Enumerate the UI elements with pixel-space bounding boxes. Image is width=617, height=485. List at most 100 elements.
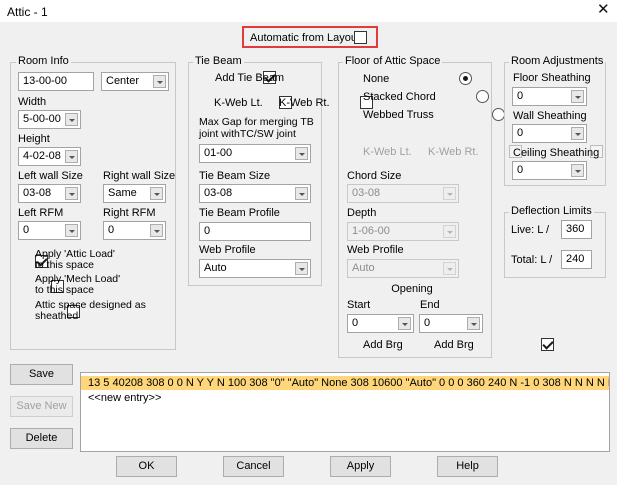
chevron-down-icon[interactable] [65,113,78,126]
floor-stacked-chord-label: Stacked Chord [363,91,436,103]
help-button[interactable]: Help [437,456,498,477]
apply-button[interactable]: Apply [330,456,391,477]
chord-size-dropdown[interactable]: 03-08 [347,184,459,203]
room-size-input[interactable]: 13-00-00 [18,72,94,91]
ceiling-sheathing-value: 0 [517,164,524,176]
apply-attic-load-label: Apply 'Attic Load' to this space [35,249,115,271]
add-tie-beam-label: Add Tie Beam [215,72,285,84]
floor-web-profile-value: Auto [352,262,375,274]
delete-button[interactable]: Delete [10,428,73,449]
wall-sheathing-dropdown[interactable]: 0 [512,124,587,143]
opening-end-label: End [420,299,440,311]
total-label: Total: L / [511,254,553,266]
floor-stacked-chord-radio[interactable] [475,90,489,103]
opening-end-dropdown[interactable]: 0 [419,314,483,333]
max-gap-value: 01-00 [204,147,233,159]
opening-start-dropdown[interactable]: 0 [347,314,414,333]
add-brg-start-checkbox[interactable] [540,338,554,351]
chevron-down-icon[interactable] [443,187,456,200]
tie-beam-kweb-right-label: K-Web Rt. [279,97,330,109]
chevron-down-icon[interactable] [153,75,166,88]
left-rfm-label: Left RFM [18,207,64,219]
cancel-button[interactable]: Cancel [223,456,284,477]
floor-sheathing-value: 0 [517,90,524,102]
chevron-down-icon[interactable] [467,317,480,330]
left-rfm-dropdown[interactable]: 0 [18,221,81,240]
depth-dropdown[interactable]: 1-06-00 [347,222,459,241]
automatic-from-layout-label: Automatic from Layout [250,32,361,44]
room-align-dropdown[interactable]: Center [101,72,169,91]
chevron-down-icon[interactable] [65,187,78,200]
floor-kweb-right-label: K-Web Rt. [428,146,479,158]
tie-beam-size-dropdown[interactable]: 03-08 [199,184,311,203]
ok-button[interactable]: OK [116,456,177,477]
width-dropdown[interactable]: 5-00-00 [18,110,81,129]
floor-webbed-truss-radio[interactable] [491,108,505,121]
max-gap-line2: joint withTC/SW joint [199,128,296,140]
chevron-down-icon[interactable] [398,317,411,330]
deflection-limits-legend: Deflection Limits [509,205,594,218]
tie-beam-web-profile-value: Auto [204,262,227,274]
max-gap-label: Max Gap for merging TB joint withTC/SW j… [199,116,314,140]
close-icon[interactable]: ✕ [597,2,610,18]
right-wall-size-value: Same [108,187,137,199]
chevron-down-icon[interactable] [571,164,584,177]
wall-sheathing-value: 0 [517,127,524,139]
floor-web-profile-label: Web Profile [347,244,404,256]
floor-webbed-truss-label: Webbed Truss [363,109,434,121]
opening-label: Opening [391,283,433,295]
save-new-button[interactable]: Save New [10,396,73,417]
total-input[interactable]: 240 [561,250,592,269]
floor-sheathing-dropdown[interactable]: 0 [512,87,587,106]
floor-sheathing-label: Floor Sheathing [513,72,591,84]
chevron-down-icon[interactable] [65,224,78,237]
right-wall-size-dropdown[interactable]: Same [103,184,166,203]
right-rfm-label: Right RFM [103,207,156,219]
height-label: Height [18,133,50,145]
opening-start-label: Start [347,299,371,311]
apply-mech-load-line2: to this space [35,284,94,296]
save-button[interactable]: Save [10,364,73,385]
live-label: Live: L / [511,224,550,236]
live-input[interactable]: 360 [561,220,592,239]
tie-beam-web-profile-dropdown[interactable]: Auto [199,259,311,278]
max-gap-dropdown[interactable]: 01-00 [199,144,311,163]
right-rfm-dropdown[interactable]: 0 [103,221,166,240]
apply-mech-load-label: Apply 'Mech Load' to this space [35,274,120,296]
height-value: 4-02-08 [23,150,61,162]
chevron-down-icon[interactable] [150,187,163,200]
floor-of-attic-legend: Floor of Attic Space [343,55,443,68]
attic-sheathed-label: Attic space designed as sheathed [35,300,146,322]
list-item-selected[interactable]: 13 5 40208 308 0 0 N Y Y N 100 308 "0" "… [81,376,609,390]
width-value: 5-00-00 [23,113,61,125]
width-label: Width [18,96,47,108]
attic-sheathed-line2: sheathed [35,310,79,322]
wall-sheathing-label: Wall Sheathing [513,110,587,122]
chevron-down-icon[interactable] [571,127,584,140]
window-title: Attic - 1 [7,5,48,19]
automatic-from-layout-checkbox[interactable] [354,31,367,44]
chevron-down-icon[interactable] [443,225,456,238]
floor-web-profile-dropdown[interactable]: Auto [347,259,459,278]
height-dropdown[interactable]: 4-02-08 [18,147,81,166]
chevron-down-icon[interactable] [150,224,163,237]
chevron-down-icon[interactable] [65,150,78,163]
chevron-down-icon[interactable] [443,262,456,275]
left-wall-size-dropdown[interactable]: 03-08 [18,184,81,203]
left-rfm-value: 0 [23,224,30,236]
right-wall-size-label: Right wall Size [103,170,176,182]
tie-beam-size-value: 03-08 [204,187,233,199]
chevron-down-icon[interactable] [295,147,308,160]
opening-start-value: 0 [352,317,359,329]
opening-end-value: 0 [424,317,431,329]
ceiling-sheathing-dropdown[interactable]: 0 [512,161,587,180]
floor-kweb-left-label: K-Web Lt. [363,146,412,158]
chevron-down-icon[interactable] [295,262,308,275]
room-adjustments-legend: Room Adjustments [509,55,606,68]
chevron-down-icon[interactable] [295,187,308,200]
left-wall-size-label: Left wall Size [18,170,83,182]
list-item-new-entry[interactable]: <<new entry>> [81,391,609,405]
tie-beam-web-profile-label: Web Profile [199,244,256,256]
chevron-down-icon[interactable] [571,90,584,103]
tie-beam-profile-input[interactable]: 0 [199,222,311,241]
